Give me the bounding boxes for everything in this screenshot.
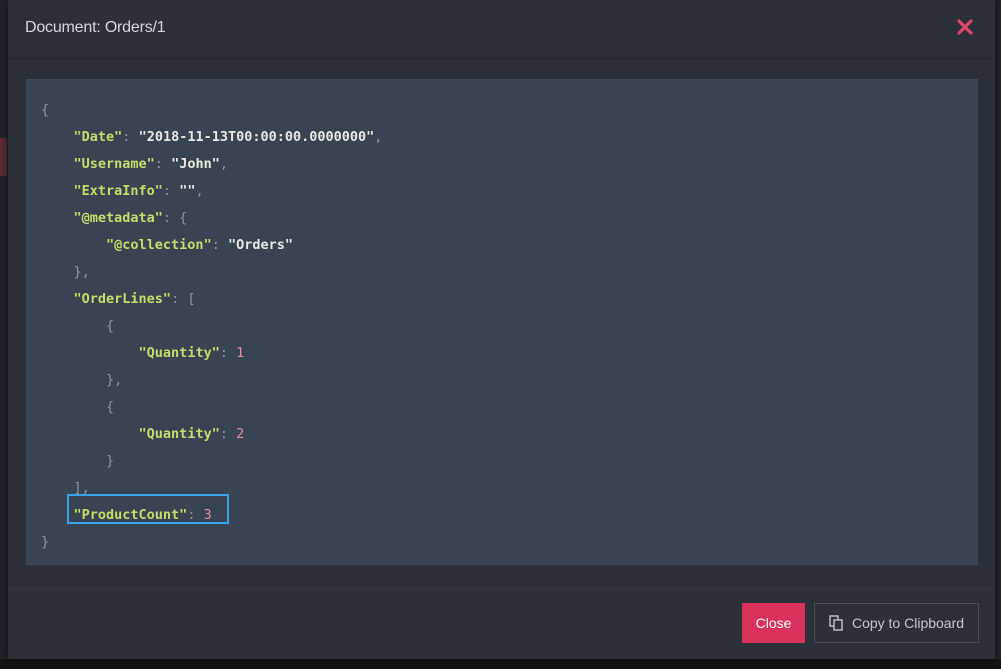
modal-footer: Close Copy to Clipboard [8, 584, 995, 660]
code-line: "Date": "2018-11-13T00:00:00.0000000", [41, 124, 383, 151]
close-icon[interactable] [953, 15, 977, 39]
copy-to-clipboard-button[interactable]: Copy to Clipboard [814, 603, 979, 643]
json-punctuation: }, [106, 372, 123, 388]
code-line: "ProductCount": 3 [41, 502, 382, 529]
code-line: }, [41, 367, 382, 394]
code-line: "Username": "John", [41, 151, 382, 178]
json-punctuation: { [106, 318, 115, 334]
json-key: "Quantity" [138, 345, 220, 361]
code-line: "@collection": "Orders" [41, 232, 382, 259]
json-punctuation: }, [73, 264, 90, 280]
code-line: "Quantity": 1 [41, 340, 382, 367]
document-modal: Document: Orders/1 { "Date": "2018-11-13… [8, 0, 995, 659]
json-punctuation: } [41, 534, 50, 550]
json-number: 3 [203, 507, 212, 523]
code-line: ], [41, 475, 382, 502]
json-punctuation: } [106, 453, 115, 469]
json-punctuation: : [219, 426, 237, 442]
json-key: "ExtraInfo" [73, 183, 163, 199]
modal-title: Document: Orders/1 [25, 19, 166, 36]
close-button[interactable]: Close [742, 603, 805, 643]
code-line: "ExtraInfo": "", [41, 178, 382, 205]
json-punctuation: ], [73, 480, 90, 496]
copy-icon [829, 615, 843, 631]
json-key: "Quantity" [138, 426, 220, 442]
json-document-viewer: { "Date": "2018-11-13T00:00:00.0000000",… [26, 79, 978, 565]
json-punctuation: : [211, 237, 228, 253]
json-punctuation: { [41, 102, 50, 118]
json-key: "ProductCount" [73, 507, 188, 523]
json-number: 2 [236, 426, 245, 442]
json-string: "Orders" [227, 237, 293, 253]
json-key: "Username" [73, 156, 155, 172]
json-punctuation: , [374, 129, 383, 145]
code-line: } [41, 529, 382, 556]
copy-to-clipboard-label: Copy to Clipboard [851, 615, 965, 631]
json-punctuation: : [187, 507, 204, 523]
json-code: { "Date": "2018-11-13T00:00:00.0000000",… [41, 97, 382, 556]
code-line: } [41, 448, 382, 475]
json-string: "" [179, 183, 196, 199]
json-key: "@collection" [106, 237, 212, 253]
json-punctuation: { [106, 399, 115, 415]
code-line: { [41, 97, 382, 124]
json-punctuation: : { [162, 210, 188, 226]
json-punctuation: : [162, 183, 180, 199]
json-string: "John" [171, 156, 220, 172]
background-panel-right [995, 0, 1001, 669]
modal-header: Document: Orders/1 [8, 0, 995, 59]
background-panel-left [0, 0, 8, 669]
json-number: 1 [236, 345, 245, 361]
background-accent [0, 138, 7, 176]
json-punctuation: : [ [171, 291, 196, 307]
json-punctuation: : [154, 156, 172, 172]
json-punctuation: , [219, 156, 228, 172]
code-line: }, [41, 259, 382, 286]
code-line: { [41, 394, 382, 421]
json-punctuation: : [219, 345, 237, 361]
code-line: "@metadata": { [41, 205, 382, 232]
background-panel-bottom [0, 659, 1001, 669]
json-punctuation: : [122, 129, 139, 145]
code-line: "Quantity": 2 [41, 421, 382, 448]
code-line: "OrderLines": [ [41, 286, 382, 313]
json-key: "OrderLines" [73, 291, 172, 307]
json-string: "2018-11-13T00:00:00.0000000" [138, 129, 375, 145]
code-line: { [41, 313, 382, 340]
json-key: "Date" [73, 129, 123, 145]
json-punctuation: , [195, 183, 204, 199]
json-key: "@metadata" [73, 210, 163, 226]
